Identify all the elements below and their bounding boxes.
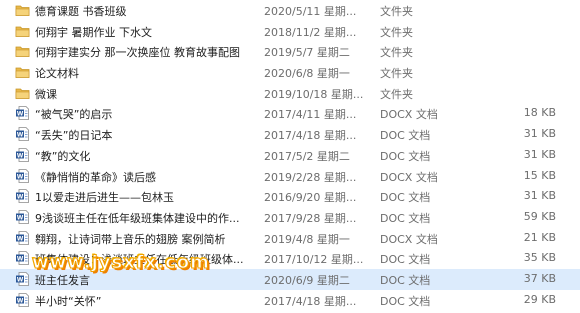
- doc-file-icon: W: [15, 127, 30, 142]
- list-item[interactable]: W 半小时“关怀” 2017/4/18 星期... DOC 文档 29 KB: [0, 290, 580, 311]
- file-type: 文件夹: [380, 46, 413, 60]
- svg-text:W: W: [17, 132, 24, 139]
- file-size: 35 KB: [523, 251, 556, 265]
- file-name: 何翔宇 暑期作业 下水文: [35, 25, 152, 39]
- file-date: 2016/9/20 星期...: [264, 191, 357, 205]
- svg-text:W: W: [17, 214, 24, 221]
- file-type: DOCX 文档: [380, 232, 438, 246]
- file-date: 2020/5/11 星期...: [264, 5, 357, 18]
- docx-file-icon: W: [15, 230, 30, 245]
- file-type: DOC 文档: [380, 211, 431, 225]
- file-date: 2019/2/28 星期...: [264, 170, 357, 184]
- svg-text:W: W: [17, 256, 24, 263]
- doc-file-icon: W: [15, 251, 30, 266]
- file-date: 2019/4/8 星期一: [264, 232, 350, 246]
- list-item[interactable]: 论文材料 2020/6/8 星期一 文件夹: [0, 62, 580, 83]
- doc-file-icon: W: [15, 272, 30, 286]
- list-item[interactable]: W 班集体建设：浅谈班主任在低年级班级体... 2017/10/12 星期... DO…: [0, 248, 580, 269]
- file-type: DOCX 文档: [380, 108, 438, 122]
- list-item[interactable]: W 班主任发言 2020/6/9 星期二 DOC 文档 37 KB: [0, 268, 580, 290]
- file-name: “丢失”的日记本: [35, 129, 113, 143]
- docx-file-icon: W: [15, 106, 30, 121]
- file-name: 论文材料: [35, 67, 79, 81]
- svg-text:W: W: [17, 173, 24, 180]
- file-name: “被气哭”的启示: [35, 108, 113, 122]
- file-date: 2017/4/11 星期...: [264, 108, 357, 122]
- file-type: DOC 文档: [380, 253, 431, 267]
- list-item[interactable]: W “被气哭”的启示 2017/4/11 星期... DOCX 文档 18 KB: [0, 103, 580, 124]
- file-name: 微课: [35, 87, 57, 101]
- file-name: 何翔宇建实分 那一次换座位 教育故事配图: [35, 46, 240, 60]
- list-item[interactable]: W 《静悄悄的革命》读后感 2019/2/28 星期... DOCX 文档 15 KB: [0, 166, 580, 187]
- file-size: 37 KB: [523, 271, 556, 285]
- file-type: 文件夹: [380, 67, 413, 81]
- file-date: 2017/9/28 星期...: [264, 211, 357, 225]
- file-name: “教”的文化: [35, 149, 91, 163]
- file-type: DOC 文档: [380, 191, 431, 205]
- file-date: 2018/11/2 星期...: [264, 25, 357, 39]
- file-date: 2019/10/18 星期...: [264, 87, 364, 101]
- file-date: 2017/4/18 星期...: [264, 294, 357, 308]
- file-type: DOC 文档: [380, 149, 431, 163]
- file-type: DOC 文档: [380, 273, 431, 287]
- list-item[interactable]: 何翔宇建实分 那一次换座位 教育故事配图 2019/5/7 星期二 文件夹: [0, 41, 580, 62]
- file-date: 2017/10/12 星期...: [264, 253, 364, 267]
- file-size: 31 KB: [523, 147, 556, 161]
- doc-file-icon: W: [15, 209, 30, 224]
- file-type: 文件夹: [380, 87, 413, 101]
- file-type: 文件夹: [380, 25, 413, 39]
- list-item[interactable]: W 1以爱走进后进生——包林玉 2016/9/20 星期... DOC 文档 31 KB: [0, 186, 580, 207]
- folder-icon: [15, 86, 30, 100]
- file-name: 班主任发言: [35, 273, 90, 287]
- svg-text:W: W: [17, 152, 24, 159]
- file-type: DOC 文档: [380, 294, 431, 308]
- doc-file-icon: W: [15, 292, 30, 307]
- file-name: 班集体建设：浅谈班主任在低年级班级体...: [35, 253, 244, 267]
- svg-text:W: W: [17, 297, 24, 304]
- file-name: 1以爱走进后进生——包林玉: [35, 191, 174, 205]
- file-name: 半小时“关怀”: [35, 294, 102, 308]
- svg-text:W: W: [17, 276, 24, 283]
- file-size: 29 KB: [523, 292, 556, 306]
- file-date: 2020/6/8 星期一: [264, 67, 350, 81]
- file-date: 2017/5/2 星期二: [264, 149, 350, 163]
- docx-file-icon: W: [15, 168, 30, 183]
- list-item[interactable]: W 翱翔，让诗词带上音乐的翅膀 案例简析 2019/4/8 星期一 DOCX 文档 21…: [0, 228, 580, 249]
- file-date: 2017/4/18 星期...: [264, 129, 357, 143]
- folder-icon: [15, 3, 30, 17]
- file-size: 15 KB: [523, 168, 556, 182]
- list-item[interactable]: 德育课题 书香班级 2020/5/11 星期... 文件夹: [0, 0, 580, 21]
- list-item[interactable]: W “教”的文化 2017/5/2 星期二 DOC 文档 31 KB: [0, 145, 580, 166]
- file-name: 翱翔，让诗词带上音乐的翅膀 案例简析: [35, 232, 226, 246]
- file-name: 德育课题 书香班级: [35, 5, 127, 18]
- file-type: DOCX 文档: [380, 170, 438, 184]
- doc-file-icon: W: [15, 147, 30, 162]
- doc-file-icon: W: [15, 189, 30, 204]
- file-name: 《静悄悄的革命》读后感: [35, 170, 156, 184]
- list-item[interactable]: 何翔宇 暑期作业 下水文 2018/11/2 星期... 文件夹: [0, 21, 580, 42]
- file-size: 31 KB: [523, 127, 556, 141]
- list-item[interactable]: 微课 2019/10/18 星期... 文件夹: [0, 83, 580, 104]
- file-size: 31 KB: [523, 189, 556, 203]
- file-size: 18 KB: [523, 106, 556, 120]
- file-date: 2020/6/9 星期二: [264, 273, 350, 287]
- file-list: 德育课题 书香班级 2020/5/11 星期... 文件夹 何翔宇 暑期作业 下水文…: [0, 0, 580, 310]
- file-size: 59 KB: [523, 209, 556, 223]
- folder-icon: [15, 44, 30, 58]
- folder-icon: [15, 24, 30, 38]
- svg-text:W: W: [17, 111, 24, 118]
- file-date: 2019/5/7 星期二: [264, 46, 350, 60]
- file-size: 21 KB: [523, 230, 556, 244]
- folder-icon: [15, 65, 30, 79]
- file-name: 9浅谈班主任在低年级班集体建设中的作...: [35, 211, 240, 225]
- list-item[interactable]: W “丢失”的日记本 2017/4/18 星期... DOC 文档 31 KB: [0, 124, 580, 145]
- svg-text:W: W: [17, 235, 24, 242]
- file-type: 文件夹: [380, 5, 413, 18]
- list-item[interactable]: W 9浅谈班主任在低年级班集体建设中的作... 2017/9/28 星期... DOC…: [0, 207, 580, 228]
- file-type: DOC 文档: [380, 129, 431, 143]
- svg-text:W: W: [17, 194, 24, 201]
